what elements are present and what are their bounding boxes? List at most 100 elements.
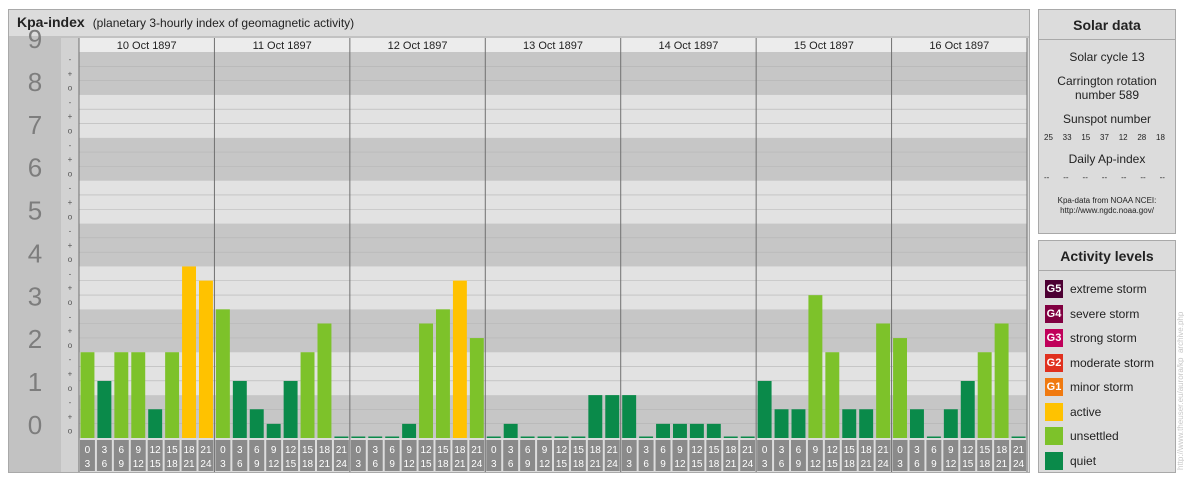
interval-end-label: 24 [1013, 459, 1025, 470]
legend-label: extreme storm [1070, 282, 1147, 297]
kp-bar [385, 436, 400, 438]
interval-start-label: 21 [878, 445, 890, 456]
interval-end-label: 3 [897, 459, 903, 470]
kp-bar [165, 352, 180, 438]
interval-end-label: 12 [268, 459, 280, 470]
ap-value: -- [1159, 173, 1165, 182]
interval-start-label: 15 [573, 445, 585, 456]
ap-index-label: Daily Ap-index [1068, 152, 1146, 166]
interval-end-label: 9 [796, 459, 802, 470]
interval-start-label: 3 [237, 445, 243, 456]
y-tick-label: 2 [28, 324, 42, 354]
interval-start-label: 6 [660, 445, 666, 456]
legend-swatch: G1 [1045, 378, 1063, 397]
solar-data-title: Solar data [1039, 10, 1175, 40]
interval-end-label: 18 [437, 459, 449, 470]
interval-end-label: 3 [762, 459, 768, 470]
kp-band [79, 94, 1027, 138]
minor-mark: - [69, 398, 72, 407]
interval-start-label: 6 [796, 445, 802, 456]
minor-mark: o [68, 169, 73, 178]
interval-start-label: 15 [302, 445, 314, 456]
interval-start-label: 9 [135, 445, 141, 456]
interval-end-label: 18 [302, 459, 314, 470]
minor-mark: o [68, 255, 73, 264]
kp-band [79, 223, 1027, 267]
minor-mark: o [68, 427, 73, 436]
solar-data-panel: Solar data Solar cycle 13 Carrington rot… [1038, 9, 1176, 234]
minor-mark: - [69, 312, 72, 321]
kp-bar [283, 380, 298, 438]
ap-value: -- [1063, 173, 1069, 182]
sunspot-value: 18 [1156, 133, 1165, 142]
kp-bar [80, 352, 95, 438]
kp-bar [571, 436, 586, 438]
legend-swatch: G3 [1045, 329, 1063, 348]
interval-end-label: 12 [674, 459, 686, 470]
interval-start-label: 21 [1013, 445, 1025, 456]
kp-bar [131, 352, 146, 438]
y-tick-label: 5 [28, 196, 42, 226]
interval-start-label: 9 [406, 445, 412, 456]
credit-link[interactable]: http://www.ngdc.noaa.gov/ [1039, 206, 1175, 216]
kp-bar [334, 436, 349, 438]
kp-bar [148, 409, 163, 438]
legend-item: quiet [1039, 449, 1175, 474]
day-date-label: 12 Oct 1897 [388, 40, 448, 52]
kp-bar [994, 323, 1009, 438]
ap-value: -- [1044, 173, 1050, 182]
kp-bar [520, 436, 535, 438]
minor-mark: + [68, 155, 73, 164]
interval-end-label: 24 [878, 459, 890, 470]
minor-mark: + [68, 69, 73, 78]
kp-bar [960, 380, 975, 438]
interval-end-label: 15 [827, 459, 839, 470]
day-date-label: 11 Oct 1897 [253, 40, 312, 52]
interval-start-label: 9 [813, 445, 819, 456]
sunspot-value: 28 [1137, 133, 1147, 142]
kp-bar [825, 352, 840, 438]
legend-swatch: G5 [1045, 280, 1063, 299]
minor-mark: - [69, 184, 72, 193]
kp-bar [317, 323, 332, 438]
y-tick-label: 7 [28, 110, 42, 140]
minor-mark: - [69, 269, 72, 278]
minor-mark: - [69, 355, 72, 364]
interval-start-label: 0 [85, 445, 91, 456]
kp-bar [402, 423, 417, 438]
kp-bar [605, 395, 620, 438]
sunspot-value: 37 [1100, 133, 1109, 142]
ap-value: -- [1140, 173, 1146, 182]
minor-mark: o [68, 126, 73, 135]
minor-mark: - [69, 141, 72, 150]
sunspot-value: 12 [1118, 133, 1128, 142]
kp-bar [910, 409, 924, 438]
data-credit: Kpa-data from NOAA NCEI: http://www.ngdc… [1039, 196, 1175, 216]
kp-bar [926, 436, 941, 438]
interval-start-label: 12 [285, 445, 297, 456]
interval-start-label: 12 [827, 445, 839, 456]
interval-start-label: 6 [931, 445, 937, 456]
carrington-line-2: number 589 [1074, 88, 1140, 102]
interval-end-label: 24 [742, 459, 754, 470]
kp-bar [757, 380, 772, 438]
interval-start-label: 9 [271, 445, 277, 456]
kp-bar [723, 436, 738, 438]
solar-cycle: Solar cycle 13 [1069, 50, 1145, 64]
interval-end-label: 12 [539, 459, 551, 470]
legend-label: strong storm [1070, 331, 1137, 346]
interval-start-label: 9 [677, 445, 683, 456]
interval-start-label: 18 [319, 445, 331, 456]
interval-start-label: 18 [590, 445, 602, 456]
minor-mark: + [68, 412, 73, 421]
y-tick-label: 6 [28, 153, 42, 183]
sunspot-label: Sunspot number [1062, 112, 1152, 126]
kp-bar [673, 423, 687, 438]
minor-mark: + [68, 241, 73, 250]
interval-start-label: 18 [996, 445, 1008, 456]
interval-end-label: 24 [336, 459, 348, 470]
interval-start-label: 6 [119, 445, 125, 456]
interval-start-label: 12 [962, 445, 974, 456]
y-tick-label: 4 [28, 238, 42, 268]
interval-end-label: 9 [254, 459, 260, 470]
